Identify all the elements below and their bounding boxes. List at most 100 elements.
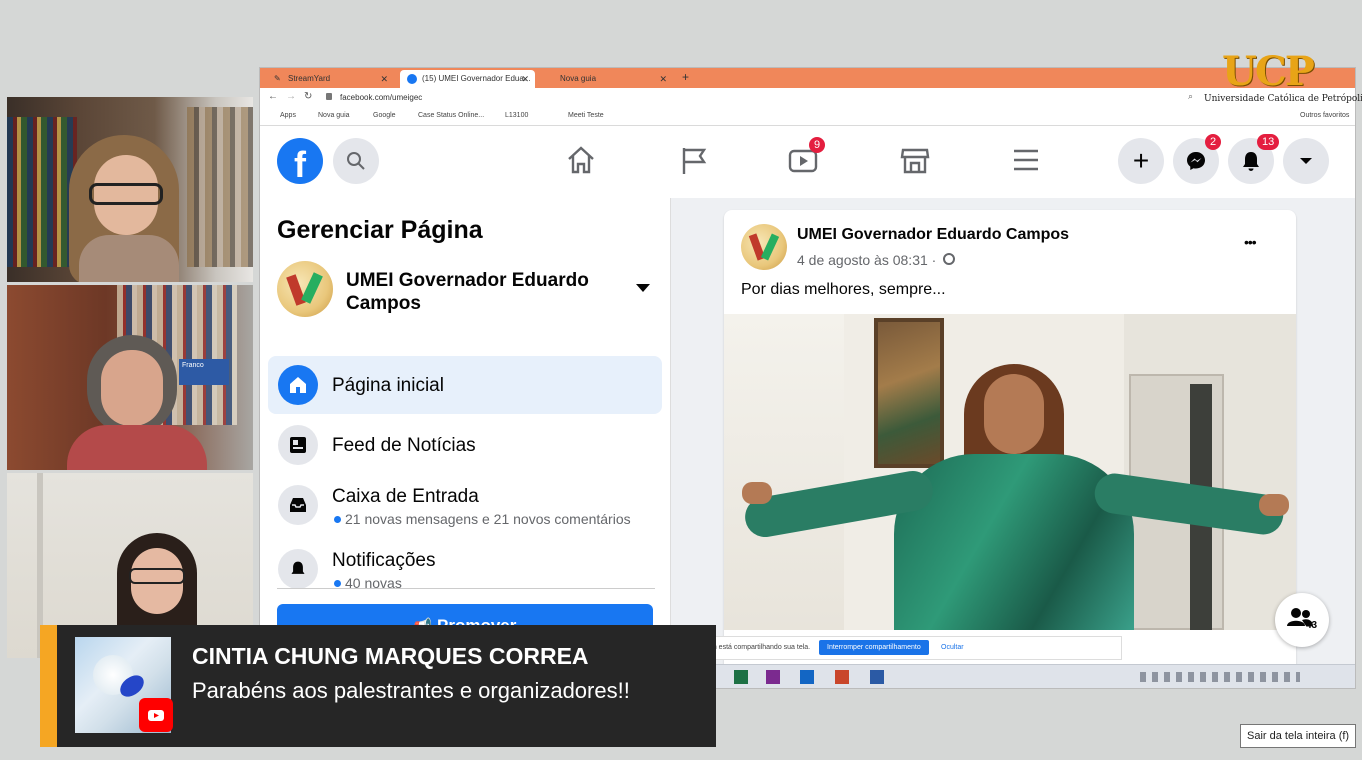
back-icon[interactable]: ← xyxy=(268,91,278,102)
menu-icon xyxy=(1014,149,1038,171)
caret-down-icon xyxy=(1300,158,1312,164)
screen-share-bar: ...n está compartilhando sua tela. Inter… xyxy=(700,636,1122,660)
bookmark-item[interactable]: Meeti Teste xyxy=(568,112,604,119)
panel-item-label: Página inicial xyxy=(332,375,444,396)
search-icon[interactable]: ⌕ xyxy=(1188,91,1193,102)
lower-third-accent xyxy=(40,625,57,747)
post-author[interactable]: UMEI Governador Eduardo Campos xyxy=(797,226,1069,244)
tab-label: Nova guia xyxy=(560,74,597,83)
page-avatar[interactable] xyxy=(277,261,333,317)
bookmarks-bar: Apps Nova guia Google Case Status Online… xyxy=(260,108,1355,126)
watch-nav-button[interactable]: 9 xyxy=(787,137,826,181)
url-field[interactable]: facebook.com/umeigec xyxy=(340,93,422,102)
share-message: ...n está compartilhando sua tela. xyxy=(707,644,811,651)
bookmark-apps[interactable]: Apps xyxy=(280,112,296,119)
powerpoint-icon[interactable] xyxy=(835,670,849,684)
browser-tab[interactable]: ✎ StreamYard ✕ xyxy=(266,70,394,88)
create-button[interactable]: + xyxy=(1118,138,1164,184)
video-person xyxy=(741,364,1289,630)
onenote-icon[interactable] xyxy=(766,670,780,684)
bookmark-item[interactable]: Google xyxy=(373,112,396,119)
panel-item-news-feed[interactable]: Feed de Notícias xyxy=(268,416,662,474)
outlook-icon[interactable] xyxy=(800,670,814,684)
comment-lower-third: CINTIA CHUNG MARQUES CORREA Parabéns aos… xyxy=(40,625,716,747)
browser-tab[interactable]: Nova guia ✕ xyxy=(538,70,673,88)
tab-label: (15) UMEI Governador Edua... xyxy=(422,74,531,83)
unread-dot-icon xyxy=(334,516,341,523)
post-more-button[interactable]: ••• xyxy=(1244,234,1257,250)
post-time[interactable]: 4 de agosto às 08:31 · xyxy=(797,252,936,268)
comment-text: Parabéns aos palestrantes e organizadore… xyxy=(192,678,630,703)
manage-page-panel: Gerenciar Página UMEI Governador Eduardo… xyxy=(260,198,671,688)
participant-person xyxy=(67,335,207,470)
caret-down-icon[interactable] xyxy=(635,282,651,294)
post-avatar[interactable] xyxy=(741,224,787,270)
menu-nav-button[interactable] xyxy=(1010,144,1042,181)
home-icon xyxy=(278,365,318,405)
page-name[interactable]: UMEI Governador Eduardo Campos xyxy=(346,269,606,315)
unread-dot-icon xyxy=(334,580,341,587)
bell-icon xyxy=(278,549,318,588)
post-card: UMEI Governador Eduardo Campos 4 de agos… xyxy=(724,210,1296,688)
pages-nav-button[interactable] xyxy=(678,144,710,181)
exit-fullscreen-tooltip: Sair da tela inteira (f) xyxy=(1240,724,1357,748)
inbox-icon xyxy=(278,485,318,525)
lower-third-panel: CINTIA CHUNG MARQUES CORREA Parabéns aos… xyxy=(57,625,716,747)
stop-sharing-button[interactable]: Interromper compartilhamento xyxy=(819,640,929,655)
facebook-favicon-icon xyxy=(407,74,417,84)
notifications-badge: 13 xyxy=(1257,134,1280,150)
home-nav-button[interactable] xyxy=(565,144,597,181)
close-tab-icon[interactable]: ✕ xyxy=(659,70,667,88)
commenter-name: CINTIA CHUNG MARQUES CORREA xyxy=(192,643,589,669)
flag-icon xyxy=(682,148,707,174)
participant-person xyxy=(59,135,199,282)
viewers-count: 43 xyxy=(1306,620,1318,631)
watch-badge: 9 xyxy=(809,137,826,153)
bookmark-item[interactable]: Case Status Online... xyxy=(418,112,484,119)
bookmark-item[interactable]: L13100 xyxy=(505,112,528,119)
ucp-logo: UCP Universidade Católica de Petrópolis xyxy=(1200,48,1362,110)
search-icon xyxy=(347,152,365,170)
bookmark-item[interactable]: Nova guia xyxy=(318,112,350,119)
marketplace-icon xyxy=(900,148,930,174)
home-icon xyxy=(568,146,594,174)
excel-icon[interactable] xyxy=(734,670,748,684)
bell-icon xyxy=(1243,152,1259,171)
plus-icon: + xyxy=(1132,145,1150,176)
account-menu-button[interactable] xyxy=(1283,138,1329,184)
close-tab-icon[interactable]: ✕ xyxy=(521,70,529,88)
panel-item-label: Notificações xyxy=(332,550,436,571)
facebook-top-nav: f 9 + 2 13 xyxy=(260,126,1355,198)
panel-item-subtext: 40 novas xyxy=(345,575,402,588)
browser-tab-bar: ✎ StreamYard ✕ (15) UMEI Governador Edua… xyxy=(260,68,1355,88)
system-tray xyxy=(1140,672,1300,682)
tab-label: StreamYard xyxy=(288,74,331,83)
search-button[interactable] xyxy=(333,138,379,184)
panel-item-subtext: 21 novas mensagens e 21 novos comentário… xyxy=(345,511,631,527)
word-icon[interactable] xyxy=(870,670,884,684)
panel-item-inbox[interactable]: Caixa de Entrada 21 novas mensagens e 21… xyxy=(268,476,662,536)
panel-item-label: Feed de Notícias xyxy=(332,435,476,456)
forward-icon[interactable]: → xyxy=(286,91,296,102)
divider xyxy=(277,588,655,589)
logo-subtitle: Universidade Católica de Petrópolis xyxy=(1204,94,1362,104)
os-taskbar xyxy=(700,664,1355,688)
facebook-logo-icon[interactable]: f xyxy=(277,138,323,184)
browser-tab-active[interactable]: (15) UMEI Governador Edua... ✕ xyxy=(400,70,535,88)
panel-title: Gerenciar Página xyxy=(277,216,483,244)
post-video[interactable] xyxy=(724,314,1296,630)
participant-tile-2: Franco xyxy=(7,285,253,470)
close-tab-icon[interactable]: ✕ xyxy=(380,70,388,88)
marketplace-nav-button[interactable] xyxy=(899,144,931,181)
other-bookmarks[interactable]: Outros favoritos xyxy=(1300,112,1349,119)
panel-item-home[interactable]: Página inicial xyxy=(268,356,662,414)
reload-icon[interactable]: ↻ xyxy=(304,91,312,102)
new-tab-button[interactable]: + xyxy=(682,70,689,84)
panel-item-notifications[interactable]: Notificações 40 novas xyxy=(268,540,662,588)
panel-item-label: Caixa de Entrada xyxy=(332,486,479,507)
messenger-badge: 2 xyxy=(1205,134,1222,150)
lock-icon xyxy=(326,93,332,100)
viewers-button[interactable]: 43 xyxy=(1275,593,1329,647)
logo-text: UCP xyxy=(1222,48,1315,95)
hide-share-button[interactable]: Ocultar xyxy=(941,644,964,651)
